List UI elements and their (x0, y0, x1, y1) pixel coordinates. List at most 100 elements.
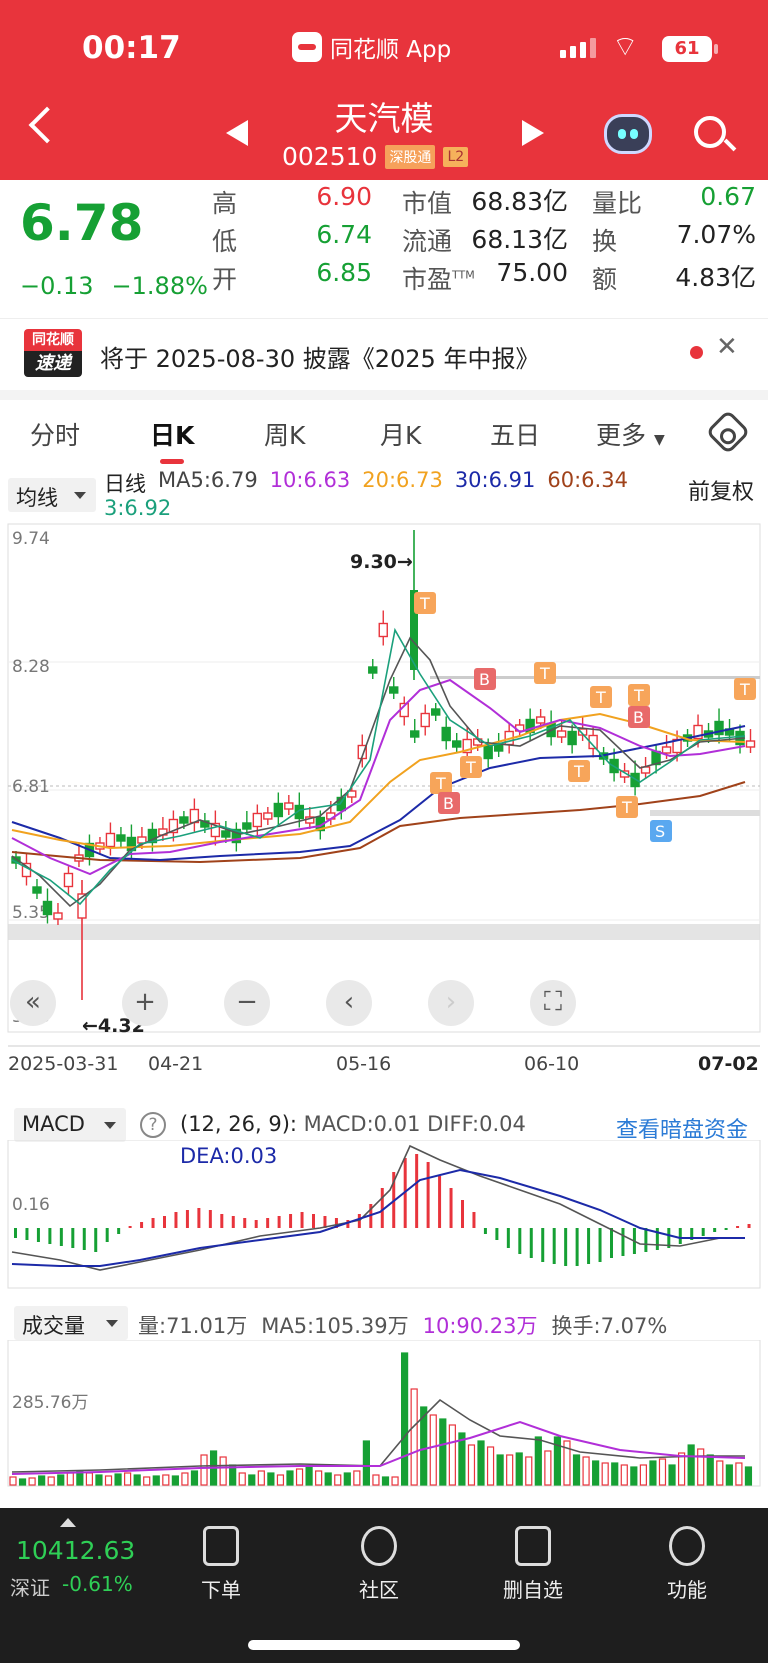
news-banner[interactable]: 同花顺 速递 将于 2025-08-30 披露《2025 年中报》 (0, 318, 768, 388)
zoom-out-button[interactable]: − (224, 980, 270, 1026)
robot-assistant-icon[interactable] (604, 114, 652, 154)
vr-label: 量比 (592, 189, 643, 218)
macd-bar (472, 1212, 476, 1228)
wifi-icon: ⌔ (612, 30, 639, 63)
volume-y-label: 285.76万 (12, 1393, 88, 1413)
tab-five-day[interactable]: 五日 (490, 416, 540, 452)
volume-bar (706, 1454, 714, 1486)
volume-bar (620, 1464, 628, 1486)
macd-bar (208, 1210, 212, 1228)
candle-body (105, 832, 116, 848)
macd-params: (12, 26, 9): (180, 1112, 297, 1136)
close-icon[interactable]: ✕ (716, 332, 738, 362)
tab-weekly[interactable]: 周K (264, 416, 305, 452)
open-value: 6.85 (316, 258, 372, 287)
volume-bar (219, 1456, 227, 1486)
active-tab-indicator (160, 459, 184, 464)
volume-dropdown[interactable]: 成交量 (14, 1306, 128, 1340)
tab-daily[interactable]: 日K (150, 416, 194, 452)
chevron-up-icon[interactable] (60, 1518, 76, 1527)
next-stock-button[interactable] (522, 120, 544, 146)
macd-dropdown[interactable]: MACD (14, 1108, 126, 1142)
volume-bar (143, 1476, 151, 1486)
nav-order[interactable]: 下单 (176, 1526, 266, 1603)
date-label-2: 04-21 (148, 1053, 203, 1075)
candle-body (452, 740, 462, 748)
volume-bar (315, 1470, 323, 1486)
change-pct: −1.88% (111, 272, 208, 300)
macd-bar (506, 1228, 510, 1248)
macd-bar (587, 1228, 591, 1264)
candle-body (483, 744, 493, 760)
macd-bar (36, 1228, 40, 1242)
volume-bar (152, 1475, 160, 1486)
volume-bar (601, 1462, 609, 1486)
tab-more[interactable]: 更多 ▼ (596, 416, 665, 452)
macd-bar (163, 1216, 166, 1228)
macd-bar (564, 1228, 568, 1266)
search-icon[interactable] (694, 116, 726, 148)
macd-bar (736, 1226, 740, 1228)
divider (0, 390, 768, 400)
battery-icon: 61 (662, 36, 718, 62)
home-indicator (248, 1640, 520, 1650)
candle-body (378, 622, 388, 638)
macd-bar (289, 1214, 293, 1228)
adjust-mode[interactable]: 前复权 (688, 474, 754, 506)
volume-bar (104, 1475, 113, 1486)
macd-bar (529, 1228, 533, 1258)
volume-bar (391, 1476, 399, 1486)
candle-body (179, 816, 189, 824)
candle-body (284, 802, 294, 810)
ratio-column: 量比 0.67 换 7.07% 额 4.83亿 (592, 180, 756, 315)
connect-tag: 深股通 (385, 144, 436, 169)
news-logo-bottom: 速递 (24, 351, 82, 377)
volume-bar (18, 1478, 27, 1486)
mcap-value: 68.83亿 (471, 187, 568, 216)
volume-bar (735, 1462, 743, 1486)
scroll-right-button[interactable]: › (428, 980, 474, 1026)
t-signal-letter: T (739, 680, 750, 699)
index-value[interactable]: 10412.63 (16, 1536, 135, 1565)
t-signal-letter: T (539, 664, 550, 683)
tab-monthly[interactable]: 月K (380, 416, 421, 452)
nav-remove-watch[interactable]: 删自选 (488, 1526, 578, 1603)
volume-chart: 285.76万 (7, 1340, 761, 1487)
macd-bar (415, 1154, 419, 1228)
stock-code: 002510 (282, 142, 378, 171)
macd-bar (82, 1228, 86, 1250)
high-marker: 9.30→ (350, 551, 413, 573)
macd-bar (300, 1212, 304, 1228)
document-icon (203, 1526, 239, 1566)
tab-intraday[interactable]: 分时 (30, 416, 80, 452)
macd-bar (185, 1210, 189, 1228)
nav-community[interactable]: 社区 (334, 1526, 424, 1603)
cap-column: 市值 68.83亿 流通 68.13亿 市盈TTM 75.00 (402, 180, 568, 315)
date-label-3: 05-16 (336, 1053, 391, 1075)
kline-chart[interactable]: 9.74 8.28 6.81 5.35 3.88 9.30→ ←4.32 T B… (0, 520, 768, 1080)
quote-panel: 6.78 −0.13 −1.88% 高 6.90 低 6.74 开 6.85 市… (0, 180, 768, 315)
t-signal-letter: T (621, 798, 632, 817)
help-icon[interactable]: ? (140, 1112, 166, 1138)
minus-box-icon (515, 1526, 551, 1566)
volume-bar (439, 1418, 447, 1486)
date-label-1: 2025-03-31 (8, 1053, 118, 1075)
candle-body (263, 812, 273, 820)
zoom-in-button[interactable]: + (122, 980, 168, 1026)
news-text[interactable]: 将于 2025-08-30 披露《2025 年中报》 (100, 339, 539, 374)
macd-bar (117, 1228, 121, 1234)
pe-label: 市盈TTM (402, 260, 475, 296)
nav-functions[interactable]: 功能 (642, 1526, 732, 1603)
fullscreen-button[interactable]: ⛶ (530, 980, 576, 1026)
candle-body (661, 746, 672, 754)
scroll-left-button[interactable]: ‹ (326, 980, 372, 1026)
zoom-out-range-button[interactable]: « (10, 980, 56, 1026)
candle-body (273, 802, 284, 818)
price-change: −0.13 −1.88% (20, 272, 208, 300)
macd-bar (701, 1228, 705, 1236)
macd-bar (495, 1228, 499, 1240)
candle-body (410, 730, 420, 738)
macd-bar (678, 1228, 682, 1244)
hlo-column: 高 6.90 低 6.74 开 6.85 (212, 180, 372, 315)
ma-dropdown[interactable]: 均线 (8, 478, 96, 512)
